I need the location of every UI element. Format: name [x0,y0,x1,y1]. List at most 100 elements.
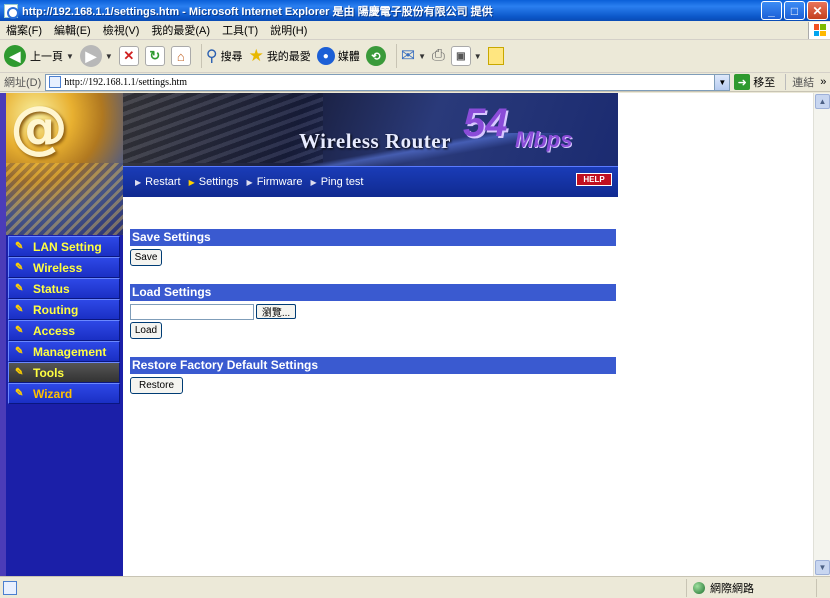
load-button[interactable]: Load [130,322,162,339]
nav-item-access[interactable]: ✎ Access [8,320,120,341]
file-path-input[interactable] [130,304,254,320]
refresh-icon: ↻ [144,46,165,66]
print-button[interactable]: ⎙ [432,47,445,65]
pencil-icon: ✎ [15,261,24,273]
browser-toolbar: ◀ 上一頁 ▼ ▶ ▼ ✕ ↻ ⌂ ⚲ 搜尋 ★ 我的最愛 ● 媒體 ⟲ ✉ ▼… [0,40,830,73]
messenger-button[interactable] [487,47,504,65]
resize-grip-icon[interactable] [816,578,830,597]
topnav-restart[interactable]: ▶ Restart [135,176,181,188]
edit-button[interactable]: ▣ ▼ [450,46,482,66]
back-button[interactable]: ◀ 上一頁 ▼ [4,45,74,67]
chevron-down-icon[interactable]: ▼ [66,52,74,61]
page-status-icon [3,580,17,595]
nav-item-wireless[interactable]: ✎ Wireless [8,257,120,278]
pencil-icon: ✎ [15,345,24,357]
menu-help[interactable]: 說明(H) [264,22,313,38]
save-settings-header: Save Settings [130,229,616,246]
topnav-settings[interactable]: ▶ Settings [189,176,239,188]
topnav-label: Restart [145,176,181,188]
vertical-scrollbar[interactable]: ▲ ▼ [813,93,830,576]
nav-item-lan-setting[interactable]: ✎ LAN Setting [8,236,120,257]
back-label: 上一頁 [30,51,63,63]
go-label: 移至 [753,77,776,89]
links-chevron-icon[interactable]: » [820,76,826,88]
stop-icon: ✕ [118,46,139,66]
close-button[interactable]: ✕ [807,1,828,20]
scroll-up-icon[interactable]: ▲ [815,94,830,109]
zone-label: 網際網路 [710,582,754,595]
menu-tools[interactable]: 工具(T) [216,22,264,38]
nav-item-tools[interactable]: ✎ Tools [8,362,120,383]
chevron-down-icon[interactable]: ▼ [474,52,482,61]
home-button[interactable]: ⌂ [170,46,191,66]
links-label[interactable]: 連結 [785,74,814,90]
forward-button[interactable]: ▶ ▼ [79,45,113,67]
media-icon: ● [316,47,335,65]
menu-edit[interactable]: 編輯(E) [48,22,97,38]
load-settings-header: Load Settings [130,284,616,301]
pencil-icon: ✎ [15,366,24,378]
address-value[interactable]: http://192.168.1.1/settings.htm [64,77,714,88]
address-input[interactable]: http://192.168.1.1/settings.htm ▼ [45,73,731,91]
restore-settings-header: Restore Factory Default Settings [130,357,616,374]
menu-file[interactable]: 檔案(F) [0,22,48,38]
globe-icon [693,581,705,594]
media-button[interactable]: ● 媒體 [316,47,360,65]
search-button[interactable]: ⚲ 搜尋 [206,46,243,66]
nav-item-management[interactable]: ✎ Management [8,341,120,362]
nav-item-label: Wizard [33,386,73,401]
banner-title: Wireless Router [299,129,451,153]
pencil-icon: ✎ [15,282,24,294]
stop-button[interactable]: ✕ [118,46,139,66]
nav-item-label: Routing [33,302,79,317]
favorites-label: 我的最愛 [266,51,311,63]
chevron-down-icon[interactable]: ▼ [714,74,730,90]
status-bar: 網際網路 [0,576,830,598]
at-logo-icon: @ [10,93,68,161]
menu-favorites[interactable]: 我的最愛(A) [145,22,216,38]
nav-item-status[interactable]: ✎ Status [8,278,120,299]
minimize-button[interactable]: _ [761,1,782,20]
address-label: 網址(D) [4,77,42,89]
media-label: 媒體 [337,51,360,63]
favorites-button[interactable]: ★ 我的最愛 [249,46,311,66]
topnav-label: Settings [198,176,239,188]
go-button[interactable]: ➜ 移至 [734,74,775,90]
topnav-label: Firmware [256,176,303,188]
save-button[interactable]: Save [130,249,162,266]
browse-button[interactable]: 瀏覽... [256,304,296,319]
topnav-ping-test[interactable]: ▶ Ping test [311,176,364,188]
restore-button[interactable]: Restore [130,377,183,394]
page-content: @ ✎ LAN Setting ✎ Wireless ✎ Status ✎ Ro… [0,93,830,576]
search-icon: ⚲ [205,48,218,65]
menu-view[interactable]: 檢視(V) [97,22,146,38]
pencil-icon: ✎ [15,324,24,336]
printer-icon: ⎙ [431,47,445,64]
windows-logo-icon [808,21,830,39]
scroll-down-icon[interactable]: ▼ [815,560,830,575]
forward-arrow-icon: ▶ [79,45,102,67]
chevron-down-icon[interactable]: ▼ [418,52,426,61]
history-button[interactable]: ⟲ [365,46,386,66]
edit-icon: ▣ [450,46,471,66]
chevron-down-icon[interactable]: ▼ [105,52,113,61]
maximize-button[interactable]: □ [784,1,805,20]
home-icon: ⌂ [170,46,191,66]
refresh-button[interactable]: ↻ [144,46,165,66]
nav-item-routing[interactable]: ✎ Routing [8,299,120,320]
help-button[interactable]: HELP [576,173,612,186]
security-zone: 網際網路 [686,578,816,597]
topnav-firmware[interactable]: ▶ Firmware [247,176,303,188]
nav-item-label: Wireless [33,260,83,275]
banner-unit: Mbps [515,127,573,152]
nav-item-label: LAN Setting [33,239,102,254]
nav-item-label: Management [33,344,107,359]
nav-item-label: Status [33,281,70,296]
nav-item-wizard[interactable]: ✎ Wizard [8,383,120,404]
star-icon: ★ [248,46,264,65]
banner-speed: 54 [463,101,508,145]
brand-logo: @ [6,93,123,235]
top-navigation: ▶ Restart ▶ Settings ▶ Firmware ▶ Ping t… [123,166,618,197]
mail-button[interactable]: ✉ ▼ [401,46,426,66]
triangle-right-icon: ▶ [246,177,253,187]
